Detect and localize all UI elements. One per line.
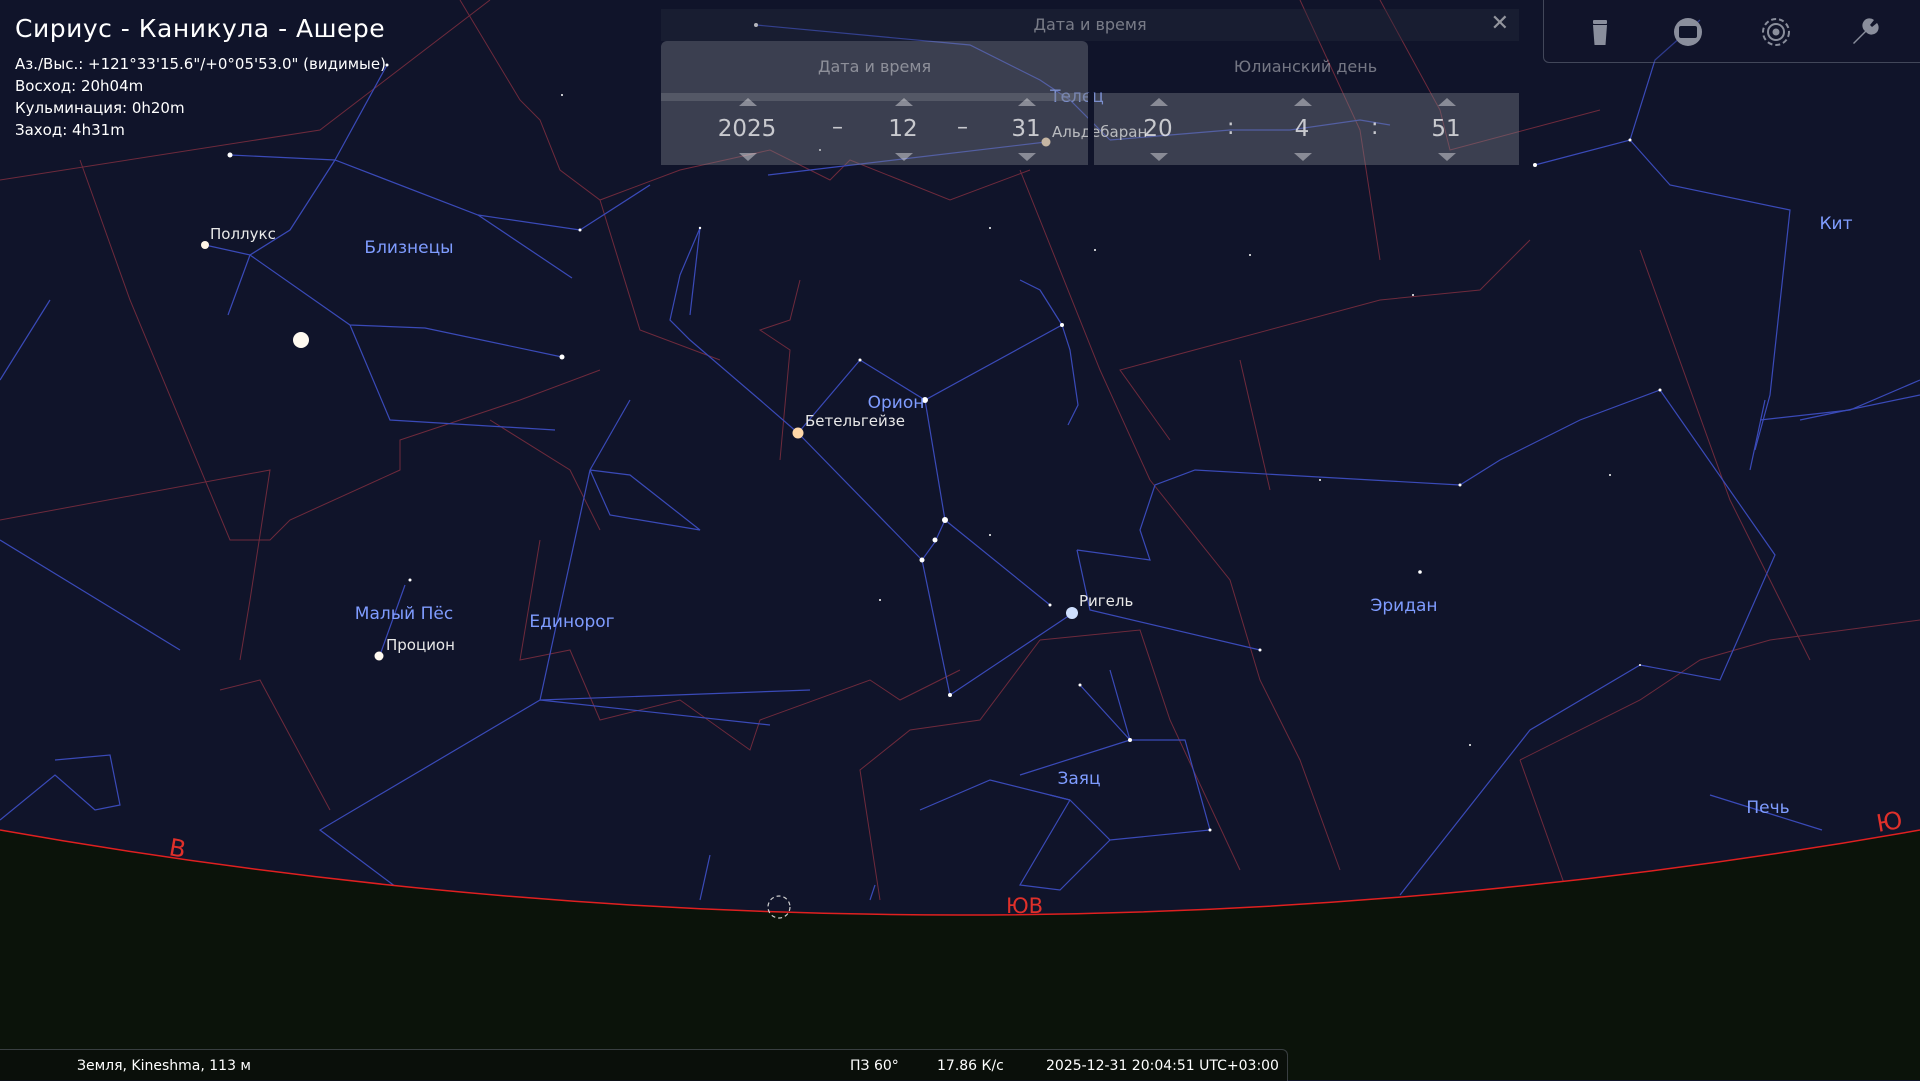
second-spinbox[interactable]: 51 [1406, 93, 1486, 165]
tab-julian-day[interactable]: Юлианский день [1092, 41, 1519, 101]
date-separator: – [957, 115, 968, 140]
cardinal-south: Ю [1874, 806, 1904, 838]
label-pollux: Поллукс [210, 225, 276, 243]
status-fps: 17.86 К/с [937, 1058, 1004, 1074]
label-betelgeuse: Бетельгейзе [805, 412, 905, 430]
minute-down-arrow-icon[interactable] [1294, 153, 1312, 161]
day-down-arrow-icon[interactable] [1018, 153, 1036, 161]
star-procyon [374, 651, 384, 661]
hour-value[interactable]: 20 [1118, 115, 1198, 143]
trash-can-icon[interactable] [1580, 12, 1620, 52]
hour-up-arrow-icon[interactable] [1150, 98, 1168, 106]
second-down-arrow-icon[interactable] [1438, 153, 1456, 161]
datetime-fields: 2025 – 12 – 31 20 : 4 : 51 [661, 93, 1519, 165]
hour-down-arrow-icon[interactable] [1150, 153, 1168, 161]
month-value[interactable]: 12 [863, 115, 943, 143]
star-betelgeuse [792, 427, 804, 439]
datetime-dialog-title: Дата и время [661, 9, 1519, 41]
object-title: Сириус - Каникула - Ашере [15, 14, 386, 43]
year-spinbox[interactable]: 2025 [707, 93, 787, 165]
month-down-arrow-icon[interactable] [895, 153, 913, 161]
time-separator: : [1371, 115, 1379, 140]
day-value[interactable]: 31 [986, 115, 1066, 143]
object-rise: Восход: 20h04m [15, 77, 144, 95]
label-orion: Орион [868, 393, 925, 413]
star-pollux [201, 241, 209, 249]
screen-icon[interactable] [1668, 12, 1708, 52]
year-down-arrow-icon[interactable] [739, 153, 757, 161]
status-bar: Земля, Kineshma, 113 м ПЗ 60° 17.86 К/с … [0, 1049, 1288, 1081]
star-rigel [1066, 607, 1078, 619]
second-value[interactable]: 51 [1406, 115, 1486, 143]
status-datetime[interactable]: 2025-12-31 20:04:51 UTC+03:00 [1046, 1058, 1279, 1074]
star-sirius [293, 332, 309, 348]
object-set: Заход: 4h31m [15, 121, 125, 139]
year-up-arrow-icon[interactable] [739, 98, 757, 106]
year-value[interactable]: 2025 [707, 115, 787, 143]
target-icon[interactable] [1756, 12, 1796, 52]
status-location[interactable]: Земля, Kineshma, 113 м [77, 1058, 251, 1074]
object-info: Сириус - Каникула - Ашере Аз./Выс.: +121… [15, 14, 386, 141]
label-rigel: Ригель [1079, 592, 1133, 610]
minute-spinbox[interactable]: 4 [1262, 93, 1342, 165]
label-lepus: Заяц [1057, 769, 1100, 789]
top-right-toolbar [1543, 0, 1920, 63]
close-icon[interactable]: ✕ [1491, 11, 1509, 36]
day-spinbox[interactable]: 31 [986, 93, 1066, 165]
label-canis-minor: Малый Пёс [355, 604, 453, 624]
object-transit: Кульминация: 0h20m [15, 99, 185, 117]
status-fov: ПЗ 60° [850, 1058, 899, 1074]
label-procyon: Процион [386, 636, 455, 654]
label-eridanus: Эридан [1371, 596, 1438, 616]
date-separator: – [832, 115, 843, 140]
second-up-arrow-icon[interactable] [1438, 98, 1456, 106]
month-spinbox[interactable]: 12 [863, 93, 943, 165]
cardinal-southeast: ЮВ [1006, 894, 1043, 918]
label-gemini: Близнецы [364, 238, 453, 258]
ground [0, 830, 1920, 1080]
wrench-icon[interactable] [1844, 12, 1884, 52]
time-separator: : [1227, 115, 1235, 140]
month-up-arrow-icon[interactable] [895, 98, 913, 106]
label-monoceros: Единорог [529, 612, 614, 632]
datetime-dialog: Дата и время ✕ Дата и время Юлианский де… [661, 9, 1519, 165]
label-cetus: Кит [1819, 214, 1852, 234]
minute-value[interactable]: 4 [1262, 115, 1342, 143]
label-fornax: Печь [1746, 798, 1789, 818]
tab-date-time[interactable]: Дата и время [661, 41, 1088, 101]
minute-up-arrow-icon[interactable] [1294, 98, 1312, 106]
hour-spinbox[interactable]: 20 [1118, 93, 1198, 165]
object-azalt: Аз./Выс.: +121°33'15.6"/+0°05'53.0" (вид… [15, 55, 386, 73]
day-up-arrow-icon[interactable] [1018, 98, 1036, 106]
